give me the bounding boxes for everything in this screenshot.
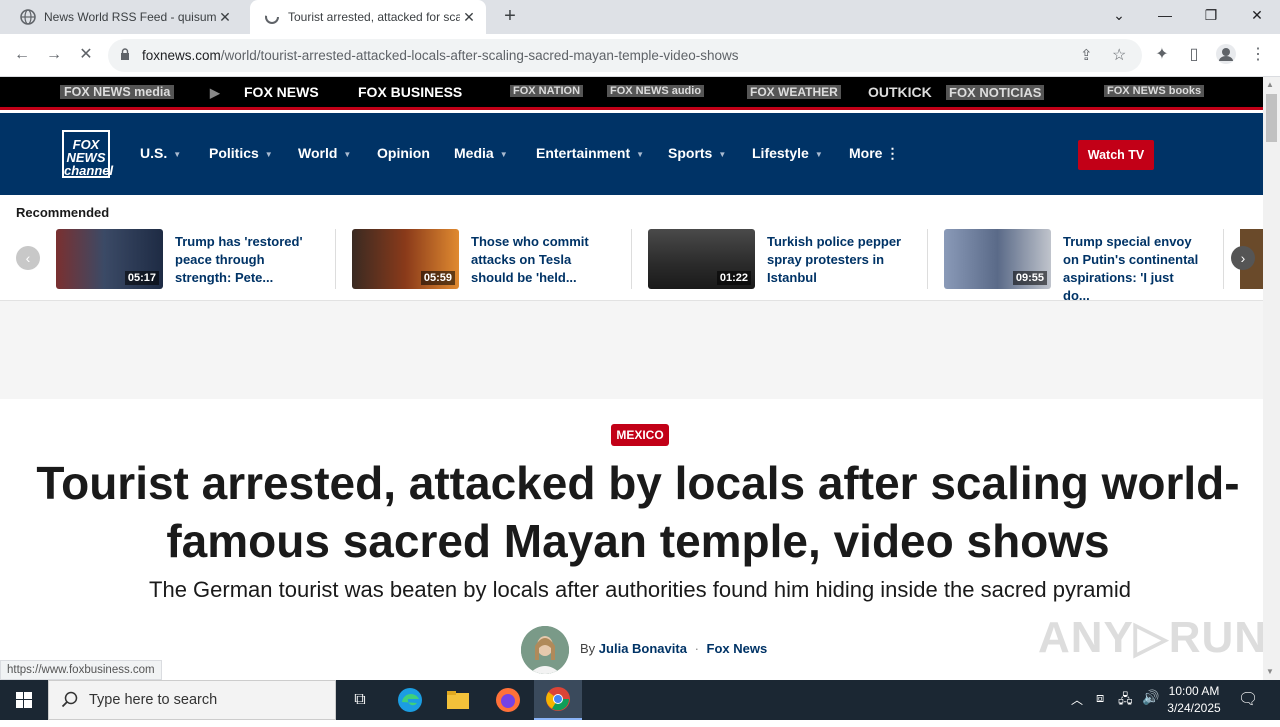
- restore-button[interactable]: ❐: [1188, 0, 1234, 30]
- tab-title: News World RSS Feed - quisumc: [44, 10, 216, 24]
- taskbar-search-input[interactable]: Type here to search: [48, 680, 336, 720]
- ad-slot: [0, 301, 1263, 399]
- nav-more[interactable]: More ⋮: [849, 145, 899, 162]
- video-thumbnail[interactable]: 05:17: [56, 229, 163, 289]
- taskbar-clock[interactable]: 10:00 AM 3/24/2025: [1162, 683, 1226, 717]
- new-tab-button[interactable]: +: [498, 4, 522, 28]
- divider: [631, 229, 632, 289]
- nav-entertainment[interactable]: Entertainment ▼: [536, 145, 644, 161]
- network-link[interactable]: FOX NEWS: [244, 84, 319, 100]
- firefox-icon[interactable]: [484, 680, 532, 720]
- video-thumbnail[interactable]: 09:55: [944, 229, 1051, 289]
- video-duration: 05:59: [420, 271, 455, 285]
- nav-media[interactable]: Media ▼: [454, 145, 508, 161]
- category-badge[interactable]: MEXICO: [611, 424, 669, 446]
- video-duration: 09:55: [1012, 271, 1047, 285]
- network-icon[interactable]: 🖧: [1118, 690, 1133, 712]
- video-thumbnail[interactable]: 01:22: [648, 229, 755, 289]
- tray-chevron-icon[interactable]: ︿: [1071, 691, 1083, 708]
- nav-sports[interactable]: Sports ▼: [668, 145, 726, 161]
- tab-close-icon[interactable]: ✕: [460, 9, 478, 26]
- globe-icon: [20, 9, 36, 25]
- tab-search-icon[interactable]: ⌄: [1096, 0, 1142, 30]
- nav-us[interactable]: U.S. ▼: [140, 145, 181, 161]
- recommended-title[interactable]: Those who commit attacks on Tesla should…: [471, 233, 611, 287]
- windows-start-icon[interactable]: [0, 680, 48, 720]
- video-thumbnail[interactable]: 05:59: [352, 229, 459, 289]
- network-link[interactable]: OUTKICK: [868, 84, 932, 100]
- nav-lifestyle[interactable]: Lifestyle ▼: [752, 145, 823, 161]
- url-text: foxnews.com/world/tourist-arrested-attac…: [142, 48, 739, 63]
- author-avatar[interactable]: [521, 626, 569, 674]
- recommended-title[interactable]: Turkish police pepper spray protesters i…: [767, 233, 907, 287]
- task-view-icon[interactable]: ⧉: [336, 680, 384, 720]
- carousel-prev-icon[interactable]: ‹: [16, 246, 40, 270]
- watch-tv-button[interactable]: Watch TV: [1078, 140, 1154, 170]
- nav-world[interactable]: World ▼: [298, 145, 351, 161]
- carousel-next-icon[interactable]: ›: [1231, 246, 1255, 270]
- network-link[interactable]: FOX NEWS audio: [607, 85, 705, 97]
- tab-title: Tourist arrested, attacked for sca: [288, 10, 460, 24]
- more-dots-icon: ⋮: [885, 145, 900, 161]
- share-icon[interactable]: ⇪: [1080, 46, 1093, 64]
- video-duration: 05:17: [124, 271, 159, 285]
- close-window-button[interactable]: ✕: [1234, 0, 1280, 30]
- tab-close-icon[interactable]: ✕: [216, 9, 234, 26]
- profile-avatar-icon[interactable]: [1214, 43, 1238, 67]
- status-bar-url: https://www.foxbusiness.com: [0, 660, 162, 680]
- stop-loading-icon[interactable]: ✕: [74, 43, 98, 67]
- forward-icon[interactable]: →: [42, 43, 66, 67]
- fox-main-nav: FOX NEWS channel U.S. ▼ Politics ▼ World ▼ …: [0, 113, 1263, 195]
- fox-network-bar: FOX NEWS media ▶ FOX NEWS FOX BUSINESS F…: [0, 77, 1263, 110]
- chrome-icon[interactable]: [534, 680, 582, 720]
- article-headline: Tourist arrested, attacked by locals aft…: [36, 457, 1240, 567]
- recommended-title[interactable]: Trump special envoy on Putin's continent…: [1063, 233, 1203, 305]
- tab-strip: News World RSS Feed - quisumc ✕ Tourist …: [0, 0, 1280, 34]
- network-link[interactable]: FOX NATION: [510, 85, 584, 97]
- file-explorer-icon[interactable]: [434, 680, 482, 720]
- anyrun-watermark: ANY▷RUN: [1038, 613, 1268, 662]
- author-link[interactable]: Julia Bonavita: [599, 641, 687, 656]
- recommended-heading: Recommended: [16, 205, 110, 220]
- fox-news-logo[interactable]: FOX NEWS channel: [62, 130, 113, 178]
- scroll-up-icon[interactable]: ▲: [1266, 80, 1274, 89]
- divider: [1223, 229, 1224, 289]
- network-link[interactable]: FOX BUSINESS: [358, 84, 462, 100]
- network-link[interactable]: FOX NEWS media: [60, 85, 175, 99]
- recommended-title[interactable]: Trump has 'restored' peace through stren…: [175, 233, 315, 287]
- edge-icon[interactable]: [386, 680, 434, 720]
- divider: [335, 229, 336, 289]
- video-duration: 01:22: [716, 271, 751, 285]
- byline: By Julia Bonavita · Fox News: [580, 641, 768, 656]
- scrollbar-track[interactable]: [1263, 77, 1280, 680]
- network-link[interactable]: FOX NEWS books: [1104, 85, 1205, 97]
- extensions-icon[interactable]: ✦: [1150, 43, 1174, 67]
- nav-politics[interactable]: Politics ▼: [209, 145, 273, 161]
- loading-icon: [264, 9, 280, 25]
- scrollbar-thumb[interactable]: [1266, 94, 1277, 142]
- browser-toolbar: ← → ✕ foxnews.com/world/tourist-arrested…: [0, 34, 1280, 77]
- chrome-menu-icon[interactable]: ⋮: [1246, 43, 1270, 67]
- play-icon: ▶: [210, 86, 220, 100]
- minimize-button[interactable]: —: [1142, 0, 1188, 30]
- scroll-down-icon[interactable]: ▼: [1266, 667, 1274, 676]
- network-link[interactable]: FOX NOTICIAS: [946, 85, 1045, 100]
- notifications-icon[interactable]: 🗨: [1238, 689, 1258, 709]
- tab-rss-feed[interactable]: News World RSS Feed - quisumc ✕: [6, 0, 246, 34]
- nav-opinion[interactable]: Opinion: [377, 145, 430, 161]
- tray-device-icon[interactable]: ⧈: [1096, 690, 1104, 706]
- back-icon[interactable]: ←: [10, 43, 34, 67]
- bookmark-star-icon[interactable]: ☆: [1112, 45, 1126, 65]
- divider: [927, 229, 928, 289]
- outlet-link[interactable]: Fox News: [707, 641, 768, 656]
- side-panel-icon[interactable]: ▯: [1182, 43, 1206, 67]
- search-icon: [61, 691, 79, 714]
- search-placeholder: Type here to search: [89, 692, 218, 708]
- lock-icon[interactable]: [120, 48, 130, 64]
- address-bar[interactable]: foxnews.com/world/tourist-arrested-attac…: [108, 39, 1142, 72]
- network-link[interactable]: FOX WEATHER: [747, 85, 841, 99]
- volume-icon[interactable]: 🔊: [1142, 689, 1159, 706]
- tab-fox-article[interactable]: Tourist arrested, attacked for sca ✕: [250, 0, 486, 34]
- article-subheadline: The German tourist was beaten by locals …: [149, 577, 1131, 602]
